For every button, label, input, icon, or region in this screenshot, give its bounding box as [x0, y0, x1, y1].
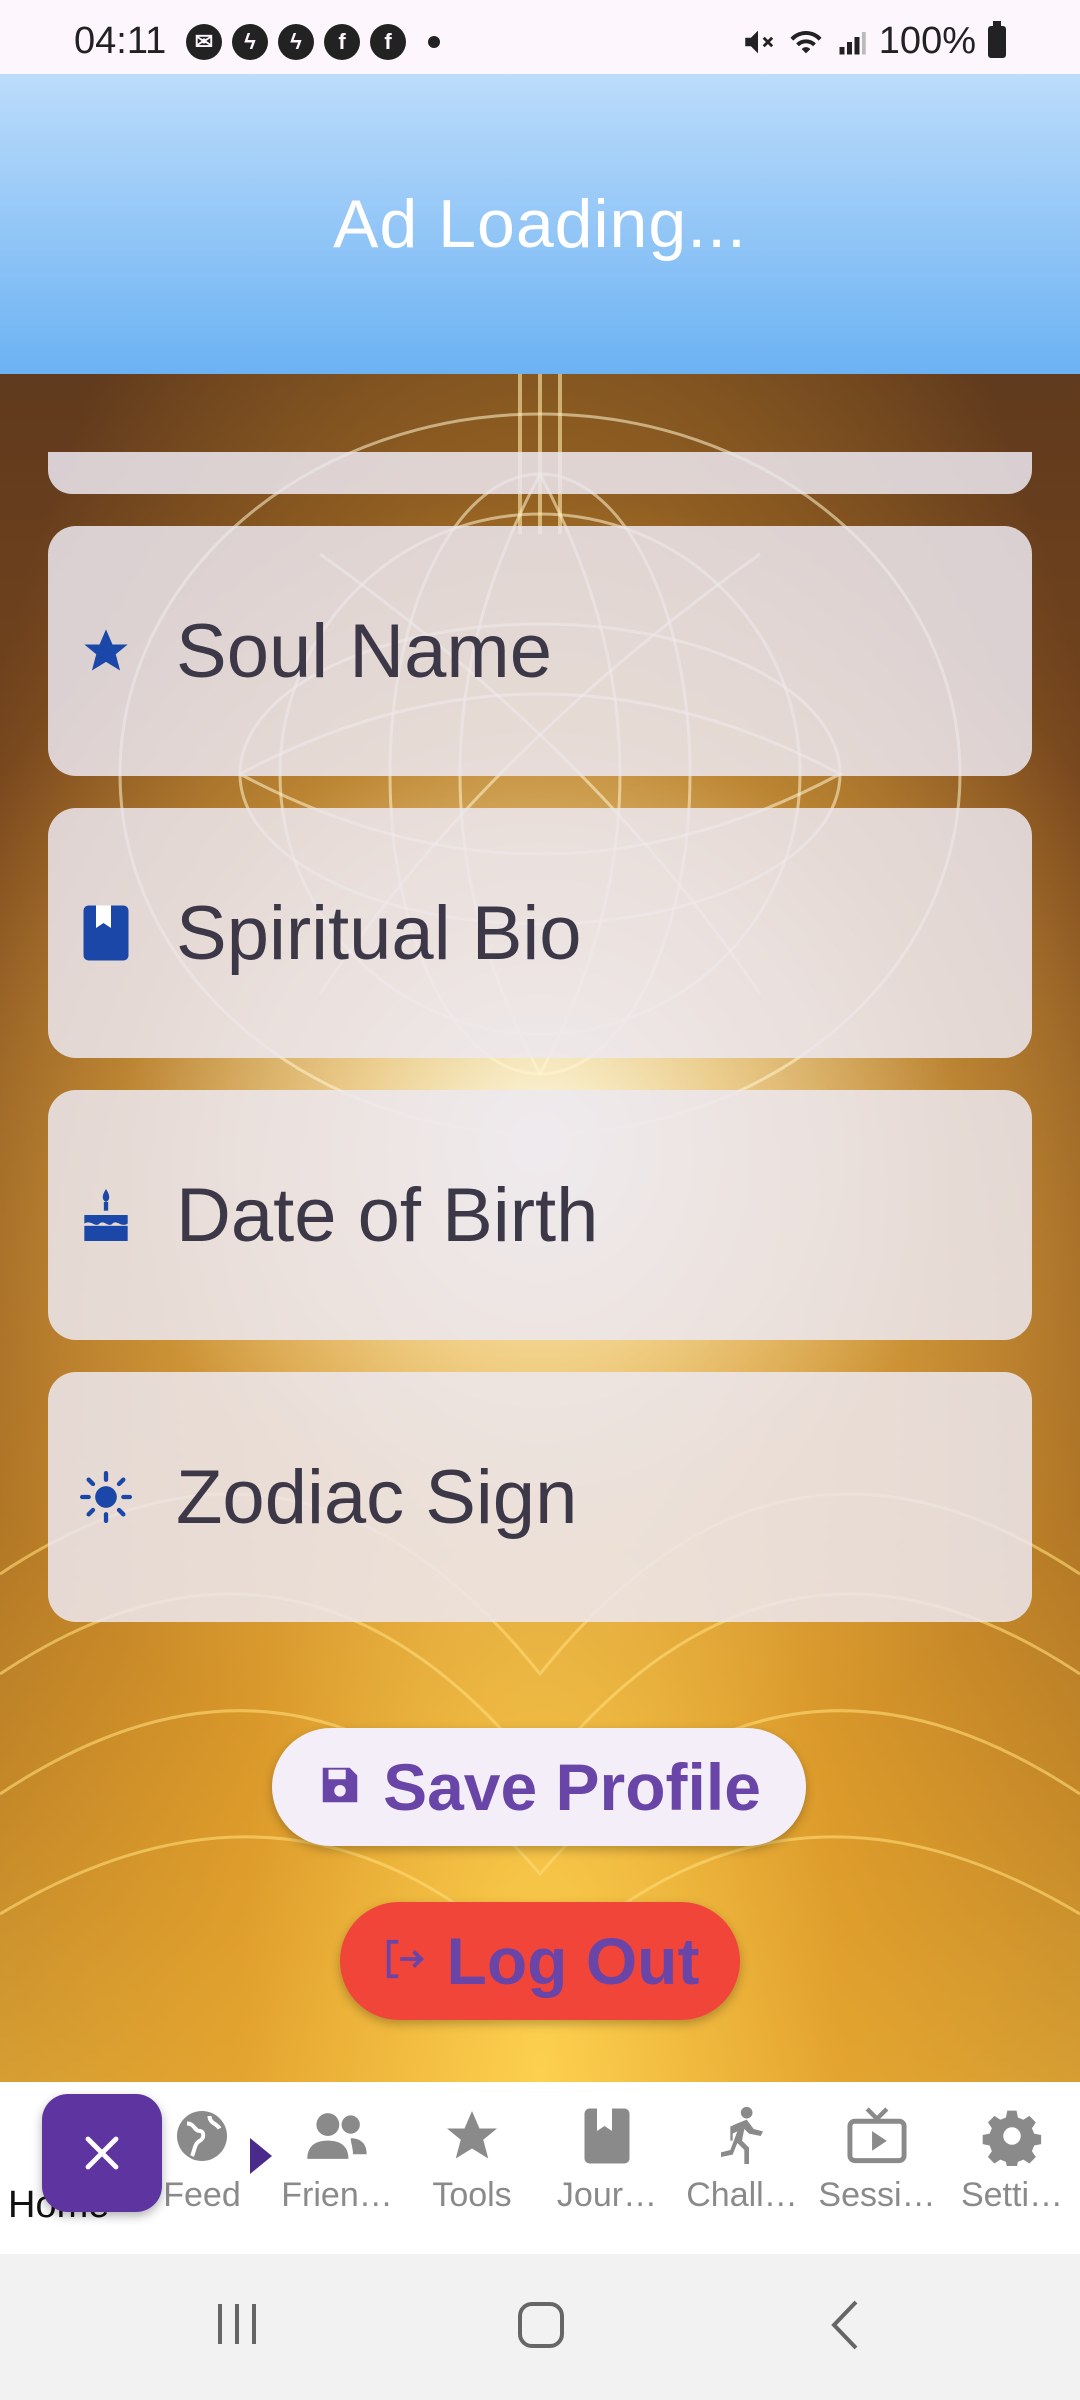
status-bar: 04:11 ✉ ϟ ϟ f f 100%	[0, 0, 1080, 74]
notification-icons: ✉ ϟ ϟ f f	[186, 24, 440, 60]
field-label: Date of Birth	[176, 1172, 599, 1258]
battery-icon	[988, 20, 1006, 58]
nav-item-friends[interactable]: Frien…	[272, 2104, 402, 2215]
star-icon	[440, 2104, 504, 2168]
facebook-icon: f	[370, 24, 406, 60]
nav-label: Frien…	[281, 2176, 393, 2214]
logout-icon	[381, 1936, 427, 1987]
status-right: 100%	[741, 20, 1006, 63]
nav-item-journal[interactable]: Jour…	[542, 2104, 672, 2215]
field-label: Soul Name	[176, 608, 552, 694]
log-out-label: Log Out	[446, 1924, 700, 1998]
nav-label: Chall…	[686, 2176, 798, 2214]
star-icon	[80, 625, 132, 677]
globe-icon	[170, 2104, 234, 2168]
save-profile-label: Save Profile	[383, 1750, 761, 1824]
field-label: Spiritual Bio	[176, 890, 582, 976]
date-of-birth-field[interactable]: Date of Birth	[48, 1090, 1032, 1340]
book-icon	[80, 905, 132, 961]
book-icon	[575, 2104, 639, 2168]
close-icon	[85, 2136, 119, 2170]
people-icon	[305, 2104, 369, 2168]
nav-scroll-arrow-icon[interactable]	[250, 2138, 272, 2174]
facebook-icon: f	[324, 24, 360, 60]
cake-icon	[80, 1189, 132, 1241]
messenger-icon: ϟ	[278, 24, 314, 60]
home-icon[interactable]	[516, 2300, 566, 2350]
nav-label: Tools	[432, 2176, 512, 2214]
back-icon[interactable]	[826, 2298, 862, 2352]
nav-item-sessions[interactable]: Sessi…	[812, 2104, 942, 2215]
previous-field-card	[48, 452, 1032, 494]
battery-percent: 100%	[878, 20, 976, 62]
more-notifications-dot-icon	[428, 36, 440, 48]
close-menu-button[interactable]	[42, 2094, 162, 2212]
sun-icon	[80, 1471, 132, 1523]
recent-apps-icon[interactable]	[212, 2300, 262, 2348]
system-navigation-bar	[0, 2254, 1080, 2400]
spiritual-bio-field[interactable]: Spiritual Bio	[48, 808, 1032, 1058]
field-label: Zodiac Sign	[176, 1454, 578, 1540]
save-profile-button[interactable]: Save Profile	[272, 1728, 806, 1846]
nav-label: Jour…	[556, 2176, 658, 2214]
nav-item-settings[interactable]: Setti…	[947, 2104, 1077, 2215]
nav-label: Setti…	[960, 2176, 1064, 2214]
messenger-icon: ϟ	[232, 24, 268, 60]
running-icon	[710, 2104, 774, 2168]
status-time: 04:11	[74, 20, 167, 62]
save-icon	[317, 1762, 363, 1813]
gear-icon	[980, 2104, 1044, 2168]
tv-icon	[845, 2104, 909, 2168]
soul-name-field[interactable]: Soul Name	[48, 526, 1032, 776]
nav-label: Sessi…	[818, 2176, 936, 2214]
nav-item-tools[interactable]: Tools	[407, 2104, 537, 2215]
chat-notification-icon: ✉	[186, 24, 222, 60]
nav-item-challenges[interactable]: Chall…	[677, 2104, 807, 2215]
wifi-icon	[790, 30, 822, 53]
signal-icon	[839, 31, 866, 54]
ad-loading-text: Ad Loading...	[333, 186, 747, 262]
ad-banner[interactable]: Ad Loading...	[0, 74, 1080, 374]
mute-icon	[745, 30, 773, 53]
bottom-navigation: Home Feed Frien… Tools Jour… Chall…	[0, 2082, 1080, 2254]
zodiac-sign-field[interactable]: Zodiac Sign	[48, 1372, 1032, 1622]
log-out-button[interactable]: Log Out	[340, 1902, 740, 2020]
nav-label: Feed	[163, 2176, 241, 2214]
